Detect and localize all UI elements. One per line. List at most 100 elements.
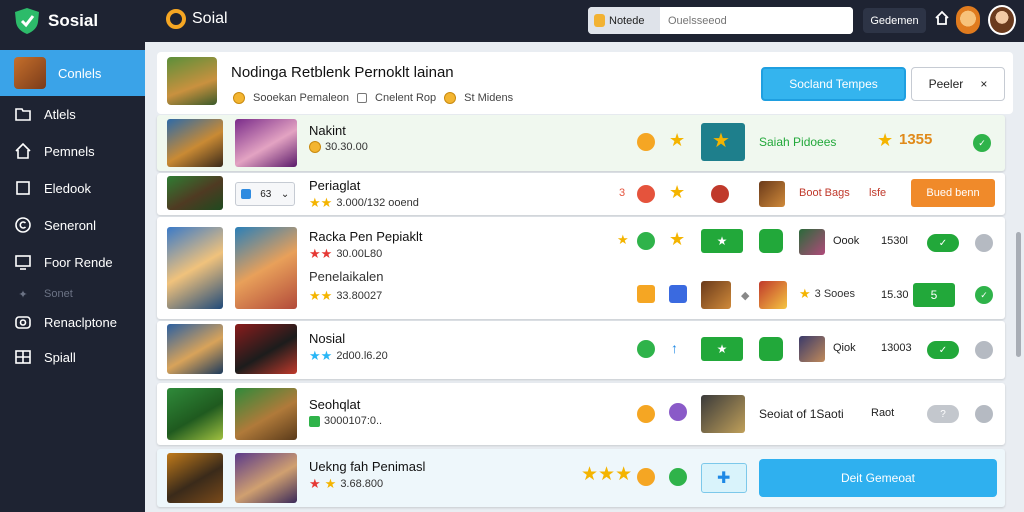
plus-icon: ✚ bbox=[717, 470, 731, 487]
star-icon: ★ bbox=[669, 229, 686, 249]
top-bar: Sosial Soial Notede Gedemen bbox=[0, 0, 1024, 42]
row-rating: ★★ 3.000/132 ooend bbox=[309, 196, 419, 209]
star-icon: ★★ bbox=[309, 195, 333, 210]
star-icon: ★ bbox=[877, 130, 894, 150]
star-icon: ★ bbox=[799, 286, 811, 301]
primary-action-button[interactable]: Socland Tempes bbox=[761, 67, 906, 101]
row-name: Nosial bbox=[309, 331, 346, 346]
home-icon[interactable] bbox=[934, 10, 950, 26]
player-thumbnail bbox=[167, 324, 223, 374]
q-logo-icon bbox=[166, 9, 186, 29]
star-button[interactable]: ★ bbox=[701, 229, 743, 253]
shield-logo-icon bbox=[15, 8, 39, 34]
row-name: Nakint bbox=[309, 123, 346, 138]
row-rating-value: 30.00L80 bbox=[336, 247, 383, 260]
sidebar-item-eledook[interactable]: Eledook bbox=[0, 168, 145, 208]
lock-icon bbox=[594, 14, 605, 27]
badge-icon bbox=[309, 415, 320, 427]
grid-icon bbox=[15, 350, 31, 364]
row-label-group: ★ 3 Sooes bbox=[799, 287, 855, 300]
row-rating-value: 2d00.l6.20 bbox=[336, 349, 388, 362]
coin-icon bbox=[637, 405, 655, 423]
gem-icon bbox=[669, 403, 687, 421]
refresh-icon bbox=[637, 340, 655, 358]
shield-icon[interactable] bbox=[759, 337, 783, 361]
status-toggle[interactable]: ? bbox=[927, 405, 959, 423]
sidebar-item-sonet[interactable]: ✦ Sonet bbox=[0, 284, 145, 304]
group-meta-2: Cnelent Rop bbox=[375, 92, 437, 104]
search-box[interactable]: Notede bbox=[588, 7, 853, 34]
row-label: Saiah Pidoees bbox=[759, 135, 837, 149]
table-row[interactable]: Uekng fah Penimasl ★ ★ 3.68.800 ★★★ ✚ De… bbox=[157, 449, 1005, 507]
sidebar-item-label: Pemnels bbox=[44, 143, 95, 159]
player-thumbnail bbox=[235, 324, 297, 374]
player-thumbnail bbox=[167, 388, 223, 440]
row-rating: ★★ 2d00.l6.20 bbox=[309, 349, 388, 362]
star-icon: ★ bbox=[617, 232, 629, 247]
star-icon: ★★ bbox=[309, 288, 333, 303]
player-thumbnail bbox=[235, 227, 297, 309]
row-rating: ★★ 30.00L80 bbox=[309, 247, 382, 260]
row-cta-button[interactable]: Deit Gemeoat bbox=[759, 459, 997, 497]
shield-icon[interactable] bbox=[759, 229, 783, 253]
secondary-action-label: Peeler bbox=[928, 77, 964, 91]
sidebar-item-seneronl[interactable]: Seneronl bbox=[0, 205, 145, 245]
search-input[interactable] bbox=[660, 7, 853, 34]
group-meta: Sooekan Pemaleon Cnelent Rop St Midens bbox=[233, 92, 513, 104]
row-name-secondary: Penelaikalen bbox=[309, 269, 384, 284]
folder-icon bbox=[15, 108, 31, 121]
table-row[interactable]: Seohqlat 3000107:0.. Seoiat of 1Saoti Ra… bbox=[157, 383, 1005, 445]
row-pill-button[interactable]: 5 bbox=[913, 283, 955, 307]
brand[interactable]: Sosial bbox=[12, 6, 98, 36]
secondary-action-button[interactable]: Peeler × bbox=[911, 67, 1005, 101]
info-icon[interactable] bbox=[975, 341, 993, 359]
info-icon[interactable] bbox=[975, 405, 993, 423]
group-meta-1: Sooekan Pemaleon bbox=[253, 92, 350, 104]
star-icon: ★ bbox=[309, 476, 321, 491]
sidebar-avatar bbox=[14, 57, 46, 89]
user-avatar[interactable] bbox=[988, 5, 1016, 35]
secondary-brand[interactable]: Soial bbox=[166, 9, 228, 29]
top-action-button[interactable]: Gedemen bbox=[863, 8, 926, 33]
sidebar-item-renaclptone[interactable]: Renaclptone bbox=[0, 302, 145, 342]
table-row[interactable]: Racka Pen Pepiaklt ★★ 30.00L80 Penelaika… bbox=[157, 217, 1005, 319]
star-icon: ★ bbox=[324, 476, 337, 491]
item-thumbnail bbox=[759, 281, 787, 309]
sidebar-item-spiall[interactable]: Spiall bbox=[0, 337, 145, 377]
favorite-tile[interactable]: ★ bbox=[701, 123, 745, 161]
quantity-stepper[interactable]: 63 ⌄ bbox=[235, 182, 295, 206]
table-row[interactable]: Nakint 30.30.00 ★ ★ Saiah Pidoees ★ 1355… bbox=[157, 115, 1005, 171]
row-action-button[interactable]: Bued benn bbox=[911, 179, 995, 207]
main-content: Nodinga Retblenk Pernoklt lainan Sooekan… bbox=[145, 42, 1024, 512]
table-row[interactable]: 63 ⌄ Periaglat ★★ 3.000/132 ooend 3 ★ Bo… bbox=[157, 173, 1005, 215]
star-button[interactable]: ★ bbox=[701, 337, 743, 361]
scrollbar[interactable] bbox=[1016, 232, 1021, 357]
sidebar-item-label: Sonet bbox=[44, 288, 73, 300]
row-value: 1530l bbox=[881, 235, 908, 247]
row-rating: 3000107:0.. bbox=[309, 415, 382, 427]
plus-button[interactable]: ✚ bbox=[701, 463, 747, 493]
group-title: Nodinga Retblenk Pernoklt lainan bbox=[231, 64, 454, 81]
table-row[interactable]: Nosial ★★ 2d00.l6.20 ↑ ★ Qiok 13003 ✓ bbox=[157, 321, 1005, 379]
sidebar-item-pemnels[interactable]: Pemnels bbox=[0, 131, 145, 171]
item-thumbnail bbox=[701, 395, 745, 433]
check-icon[interactable]: ✓ bbox=[975, 286, 993, 304]
sidebar-item-conlels[interactable]: Conlels bbox=[0, 50, 145, 96]
row-name: Racka Pen Pepiaklt bbox=[309, 229, 423, 244]
info-icon[interactable] bbox=[975, 234, 993, 252]
row-rating: ★ ★ 3.68.800 bbox=[309, 477, 383, 490]
status-toggle[interactable]: ✓ bbox=[927, 234, 959, 252]
close-icon[interactable]: × bbox=[980, 77, 987, 91]
row-rating-value: 3000107:0.. bbox=[324, 415, 383, 427]
status-toggle[interactable]: ✓ bbox=[927, 341, 959, 359]
chevron-down-icon: ⌄ bbox=[280, 188, 290, 200]
sidebar-item-atlels[interactable]: Atlels bbox=[0, 94, 145, 134]
secondary-brand-name: Soial bbox=[192, 10, 228, 27]
refresh-icon bbox=[637, 232, 655, 250]
check-icon[interactable]: ✓ bbox=[973, 134, 991, 152]
row-label: Oook bbox=[833, 235, 860, 247]
search-filter[interactable]: Notede bbox=[588, 7, 660, 34]
sidebar-item-foor-rende[interactable]: Foor Rende bbox=[0, 242, 145, 282]
arrow-up-icon: ↑ bbox=[671, 340, 678, 356]
mascot-avatar[interactable] bbox=[956, 6, 980, 34]
